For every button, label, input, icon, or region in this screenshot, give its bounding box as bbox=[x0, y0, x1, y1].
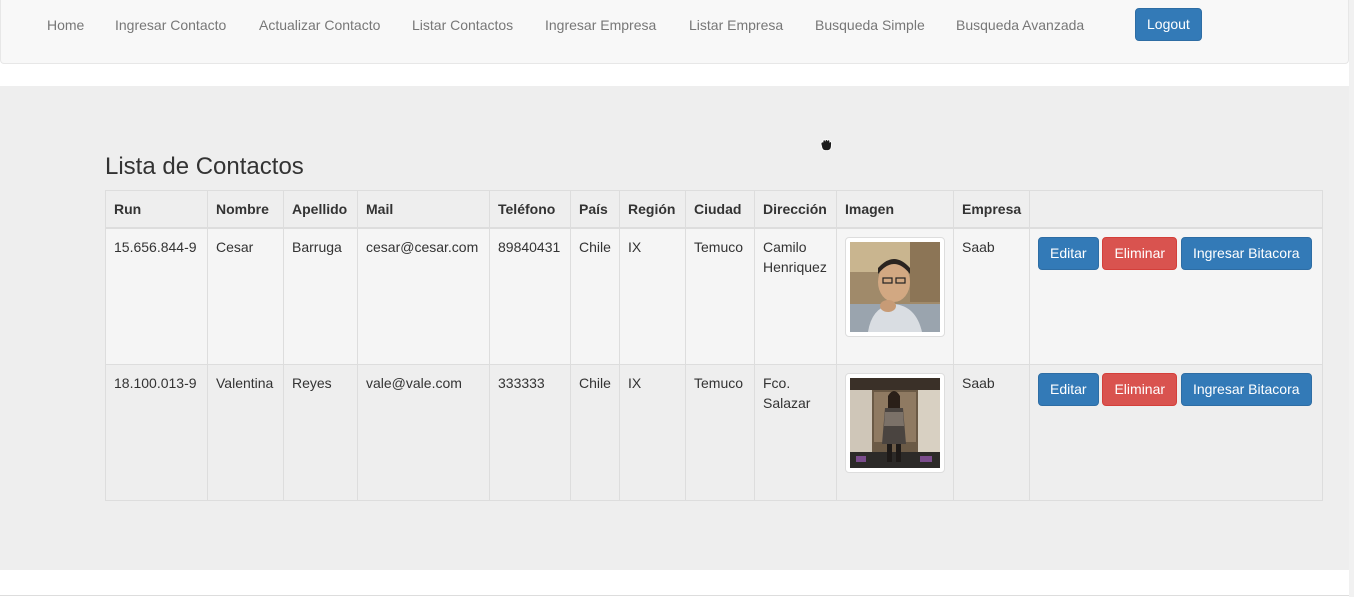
cell-run: 18.100.013-9 bbox=[105, 364, 208, 501]
top-navbar: Home Ingresar Contacto Actualizar Contac… bbox=[0, 0, 1349, 64]
cell-region: IX bbox=[619, 227, 686, 365]
column-header: Ciudad bbox=[685, 190, 755, 229]
cell-telefono: 89840431 bbox=[489, 227, 571, 365]
cell-pais: Chile bbox=[570, 227, 620, 365]
logout-button[interactable]: Logout bbox=[1135, 8, 1202, 41]
cell-nombre: Valentina bbox=[207, 364, 284, 501]
contact-photo bbox=[845, 373, 945, 473]
column-header: País bbox=[570, 190, 620, 229]
contact-photo bbox=[845, 237, 945, 337]
eliminar-button[interactable]: Eliminar bbox=[1102, 373, 1178, 406]
footer-divider bbox=[0, 595, 1354, 596]
column-header: Región bbox=[619, 190, 686, 229]
cell-nombre: Cesar bbox=[207, 227, 284, 365]
cell-run: 15.656.844-9 bbox=[105, 227, 208, 365]
column-header: Apellido bbox=[283, 190, 358, 229]
cell-ciudad: Temuco bbox=[685, 364, 755, 501]
column-header: Dirección bbox=[754, 190, 837, 229]
nav-home[interactable]: Home bbox=[47, 16, 84, 34]
cell-telefono: 333333 bbox=[489, 364, 571, 501]
nav-ingresar-contacto[interactable]: Ingresar Contacto bbox=[115, 16, 226, 34]
cell-apellido: Reyes bbox=[283, 364, 358, 501]
editar-button[interactable]: Editar bbox=[1038, 373, 1099, 406]
scrollbar[interactable] bbox=[1349, 0, 1354, 597]
cell-ciudad: Temuco bbox=[685, 227, 755, 365]
nav-busqueda-simple[interactable]: Busqueda Simple bbox=[815, 16, 925, 34]
cell-region: IX bbox=[619, 364, 686, 501]
column-header: Run bbox=[105, 190, 208, 229]
column-header-actions bbox=[1029, 190, 1323, 229]
column-header: Mail bbox=[357, 190, 490, 229]
cell-mail: vale@vale.com bbox=[357, 364, 490, 501]
cell-direccion: Camilo Henriquez bbox=[754, 227, 837, 365]
table-row: 15.656.844-9 Cesar Barruga cesar@cesar.c… bbox=[105, 227, 1323, 365]
ingresar-bitacora-button[interactable]: Ingresar Bitacora bbox=[1180, 237, 1312, 270]
column-header: Empresa bbox=[953, 190, 1030, 229]
cell-actions: Editar Eliminar Ingresar Bitacora bbox=[1029, 227, 1323, 365]
nav-ingresar-empresa[interactable]: Ingresar Empresa bbox=[545, 16, 656, 34]
cell-imagen bbox=[836, 364, 954, 501]
hand-grab-icon bbox=[820, 139, 832, 151]
cell-apellido: Barruga bbox=[283, 227, 358, 365]
table-header-row: Run Nombre Apellido Mail Teléfono País R… bbox=[105, 190, 1323, 229]
nav-actualizar-contacto[interactable]: Actualizar Contacto bbox=[259, 16, 380, 34]
contact-photo-image bbox=[850, 242, 940, 332]
cell-empresa: Saab bbox=[953, 227, 1030, 365]
cell-imagen bbox=[836, 227, 954, 365]
column-header: Imagen bbox=[836, 190, 954, 229]
cell-pais: Chile bbox=[570, 364, 620, 501]
cell-mail: cesar@cesar.com bbox=[357, 227, 490, 365]
column-header: Nombre bbox=[207, 190, 284, 229]
table-row: 18.100.013-9 Valentina Reyes vale@vale.c… bbox=[105, 364, 1323, 501]
page-title: Lista de Contactos bbox=[105, 153, 304, 180]
cell-actions: Editar Eliminar Ingresar Bitacora bbox=[1029, 364, 1323, 501]
ingresar-bitacora-button[interactable]: Ingresar Bitacora bbox=[1180, 373, 1312, 406]
column-header: Teléfono bbox=[489, 190, 571, 229]
cell-empresa: Saab bbox=[953, 364, 1030, 501]
contact-photo-image bbox=[850, 378, 940, 468]
cell-direccion: Fco. Salazar bbox=[754, 364, 837, 501]
contacts-table: Run Nombre Apellido Mail Teléfono País R… bbox=[105, 190, 1323, 501]
nav-busqueda-avanzada[interactable]: Busqueda Avanzada bbox=[956, 16, 1084, 34]
nav-listar-contactos[interactable]: Listar Contactos bbox=[412, 16, 513, 34]
editar-button[interactable]: Editar bbox=[1038, 237, 1099, 270]
nav-listar-empresa[interactable]: Listar Empresa bbox=[689, 16, 783, 34]
eliminar-button[interactable]: Eliminar bbox=[1102, 237, 1178, 270]
